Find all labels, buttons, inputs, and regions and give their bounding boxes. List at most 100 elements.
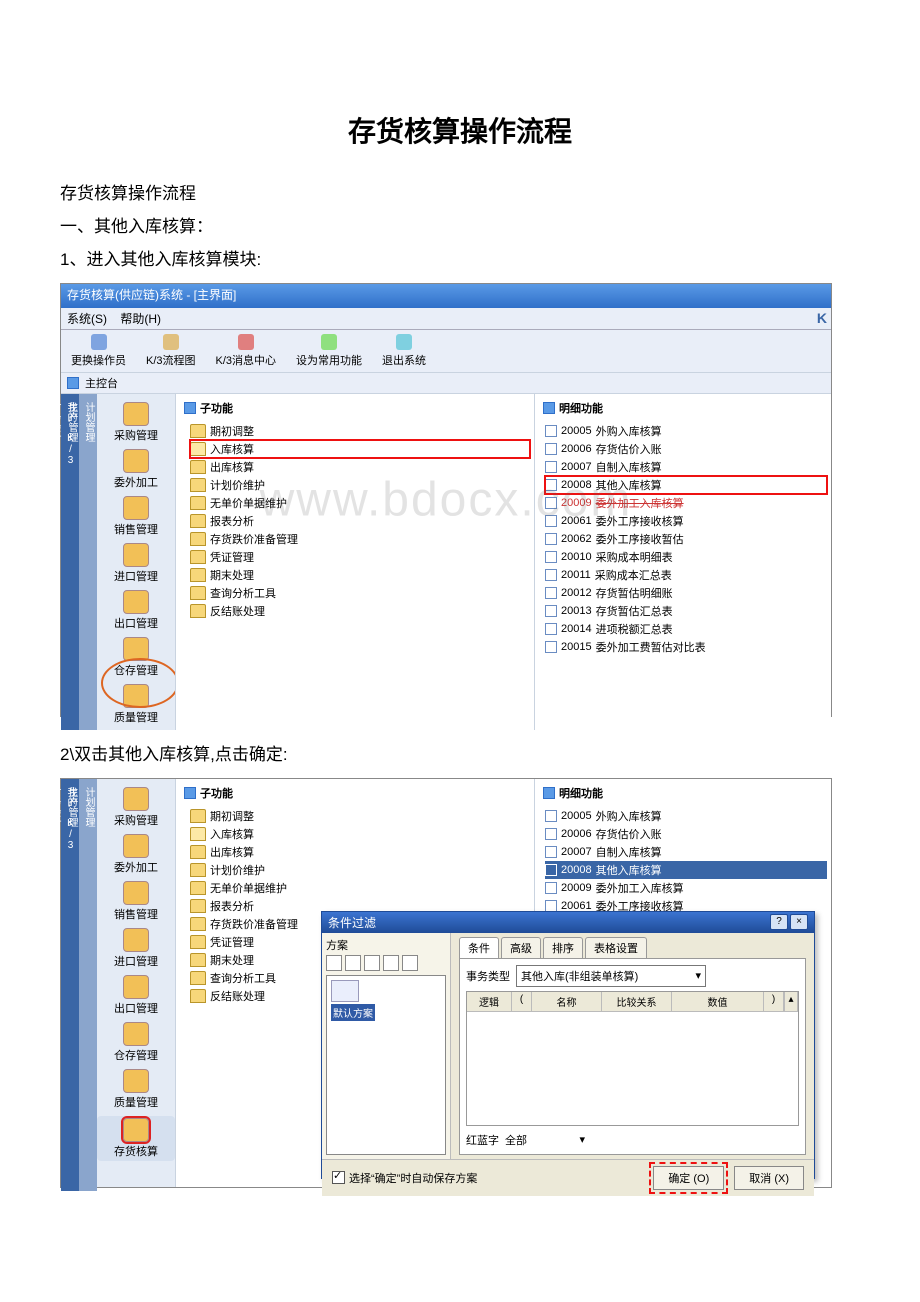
tree-node[interactable]: 计划价维护 xyxy=(190,861,530,879)
menu-help[interactable]: 帮助(H) xyxy=(120,312,161,326)
filter-dialog: 条件过滤 ? × 方案 xyxy=(321,911,815,1179)
vtab-item[interactable]: 企业绩效 xyxy=(0,783,12,1191)
sidebar-item[interactable]: 仓存管理 xyxy=(97,637,175,678)
sidebar-item-label: 存货核算 xyxy=(97,1143,175,1159)
tree-node[interactable]: 反结账处理 xyxy=(190,602,530,620)
tree-node-label: 出库核算 xyxy=(210,844,254,860)
detail-item[interactable]: 20014进项税额汇总表 xyxy=(545,620,827,638)
detail-item[interactable]: 20010采购成本明细表 xyxy=(545,548,827,566)
dlg-tab-grid[interactable]: 表格设置 xyxy=(585,937,647,958)
sidebar-item[interactable]: 销售管理 xyxy=(97,496,175,537)
dialog-help-button[interactable]: ? xyxy=(770,914,788,930)
toolbar-switch-operator[interactable]: 更换操作员 xyxy=(67,334,130,368)
cancel-button[interactable]: 取消 (X) xyxy=(734,1166,804,1190)
sidebar-item[interactable]: 质量管理 xyxy=(97,684,175,725)
detail-item[interactable]: 20009委外加工入库核算 xyxy=(545,494,827,512)
redblue-select[interactable]: 全部▾ xyxy=(505,1132,585,1148)
vtab-item[interactable]: 人力资源 xyxy=(29,783,46,1191)
detail-item[interactable]: 20008其他入库核算 xyxy=(545,861,827,879)
vtab-item[interactable]: 计划管理 xyxy=(80,783,97,1191)
sidebar-item[interactable]: 存货核算 xyxy=(97,1116,175,1161)
sidebar-item[interactable]: 委外加工 xyxy=(97,449,175,490)
vtab-item[interactable]: 财务会计 xyxy=(46,783,63,1191)
plan-toolbar-icon[interactable] xyxy=(383,955,399,971)
biz-type-select[interactable]: 其他入库(非组装单核算)▾ xyxy=(516,965,706,987)
detail-item[interactable]: 20061委外工序接收核算 xyxy=(545,512,827,530)
detail-item[interactable]: 20012存货暂估明细账 xyxy=(545,584,827,602)
tree-node[interactable]: 出库核算 xyxy=(190,458,530,476)
detail-item[interactable]: 20005外购入库核算 xyxy=(545,807,827,825)
autosave-checkbox[interactable]: 选择“确定”时自动保存方案 xyxy=(332,1170,477,1186)
detail-item-id: 20008 xyxy=(561,479,592,491)
dialog-close-button[interactable]: × xyxy=(790,914,808,930)
vtab-item[interactable]: 企业绩效 xyxy=(0,398,12,730)
toolbar-k3-msg[interactable]: K/3消息中心 xyxy=(212,334,281,368)
detail-item[interactable]: 20008其他入库核算 xyxy=(545,476,827,494)
left-vtab-2[interactable]: 计划管理生产管理财务会计人力资源管理会计企业绩效进出管理移动商务供应链系统设置成… xyxy=(79,779,97,1191)
detail-item[interactable]: 20005外购入库核算 xyxy=(545,422,827,440)
plan-toolbar-icon[interactable] xyxy=(326,955,342,971)
detail-item[interactable]: 20062委外工序接收暂估 xyxy=(545,530,827,548)
detail-item[interactable]: 20006存货估价入账 xyxy=(545,440,827,458)
tree-node[interactable]: 报表分析 xyxy=(190,512,530,530)
plan-toolbar-icon[interactable] xyxy=(364,955,380,971)
workbench-tab[interactable]: 主控台 xyxy=(85,375,118,391)
tree-node[interactable]: 无单价单据维护 xyxy=(190,879,530,897)
sidebar-item[interactable]: 销售管理 xyxy=(97,881,175,922)
sidebar-item[interactable]: 质量管理 xyxy=(97,1069,175,1110)
vtab-item[interactable]: 计划管理 xyxy=(80,398,97,730)
sidebar-item[interactable]: 进口管理 xyxy=(97,543,175,584)
detail-item-label: 委外工序接收核算 xyxy=(596,513,684,529)
detail-item-id: 20011 xyxy=(561,569,591,581)
vtab-item[interactable]: 管理会计 xyxy=(12,783,29,1191)
vtab-item[interactable]: 生产管理 xyxy=(63,783,80,1191)
sidebar-item[interactable]: 采购管理 xyxy=(97,402,175,443)
menu-system[interactable]: 系统(S) xyxy=(67,312,107,326)
vtab-item[interactable]: 生产管理 xyxy=(63,398,80,730)
sidebar-item[interactable]: 出口管理 xyxy=(97,975,175,1016)
tree-node[interactable]: 期末处理 xyxy=(190,566,530,584)
tree-node[interactable]: 期初调整 xyxy=(190,422,530,440)
detail-item[interactable]: 20015委外加工费暂估对比表 xyxy=(545,638,827,656)
condition-grid[interactable]: 逻辑 ( 名称 比较关系 数值 ) ▴ xyxy=(466,991,799,1126)
tree-node[interactable]: 出库核算 xyxy=(190,843,530,861)
sidebar-item[interactable]: 仓存管理 xyxy=(97,1022,175,1063)
detail-item[interactable]: 20007自制入库核算 xyxy=(545,458,827,476)
detail-item-label: 委外加工入库核算 xyxy=(596,880,684,896)
tree-node[interactable]: 入库核算 xyxy=(190,440,530,458)
sidebar-item[interactable]: 进口管理 xyxy=(97,928,175,969)
sidebar-item[interactable]: 采购管理 xyxy=(97,787,175,828)
plan-toolbar-icon[interactable] xyxy=(345,955,361,971)
detail-item[interactable]: 20009委外加工入库核算 xyxy=(545,879,827,897)
vtab-item[interactable]: 财务会计 xyxy=(46,398,63,730)
tree-node[interactable]: 入库核算 xyxy=(190,825,530,843)
toolbar-exit[interactable]: 退出系统 xyxy=(378,334,430,368)
vtab-item[interactable]: 管理会计 xyxy=(12,398,29,730)
detail-item[interactable]: 20013存货暂估汇总表 xyxy=(545,602,827,620)
vtab-item[interactable]: 人力资源 xyxy=(29,398,46,730)
sidebar-item[interactable]: 出口管理 xyxy=(97,590,175,631)
ok-button[interactable]: 确定 (O) xyxy=(653,1166,724,1190)
toolbar-k3-flow[interactable]: K/3流程图 xyxy=(142,334,200,368)
tree-node[interactable]: 查询分析工具 xyxy=(190,584,530,602)
detail-item[interactable]: 20007自制入库核算 xyxy=(545,843,827,861)
tree-node[interactable]: 无单价单据维护 xyxy=(190,494,530,512)
dlg-tab-advanced[interactable]: 高级 xyxy=(501,937,541,958)
toolbar-set-fav[interactable]: 设为常用功能 xyxy=(292,334,366,368)
tree-node[interactable]: 存货跌价准备管理 xyxy=(190,530,530,548)
grid-scroll-up[interactable]: ▴ xyxy=(784,992,798,1012)
tree-node[interactable]: 期初调整 xyxy=(190,807,530,825)
detail-item[interactable]: 20011采购成本汇总表 xyxy=(545,566,827,584)
dlg-tab-sort[interactable]: 排序 xyxy=(543,937,583,958)
tree-node[interactable]: 凭证管理 xyxy=(190,548,530,566)
left-vtab-2[interactable]: 计划管理生产管理财务会计人力资源管理会计企业绩效进出管理移动商务供应链系统设置成… xyxy=(79,394,97,730)
plan-default[interactable]: 默认方案 xyxy=(331,1004,375,1021)
item-icon xyxy=(545,425,557,437)
biz-type-label: 事务类型 xyxy=(466,968,510,984)
dlg-tab-conditions[interactable]: 条件 xyxy=(459,937,499,958)
tree-node[interactable]: 计划价维护 xyxy=(190,476,530,494)
sidebar-item-label: 采购管理 xyxy=(97,427,175,443)
sidebar-item[interactable]: 委外加工 xyxy=(97,834,175,875)
plan-toolbar-icon[interactable] xyxy=(402,955,418,971)
detail-item[interactable]: 20006存货估价入账 xyxy=(545,825,827,843)
